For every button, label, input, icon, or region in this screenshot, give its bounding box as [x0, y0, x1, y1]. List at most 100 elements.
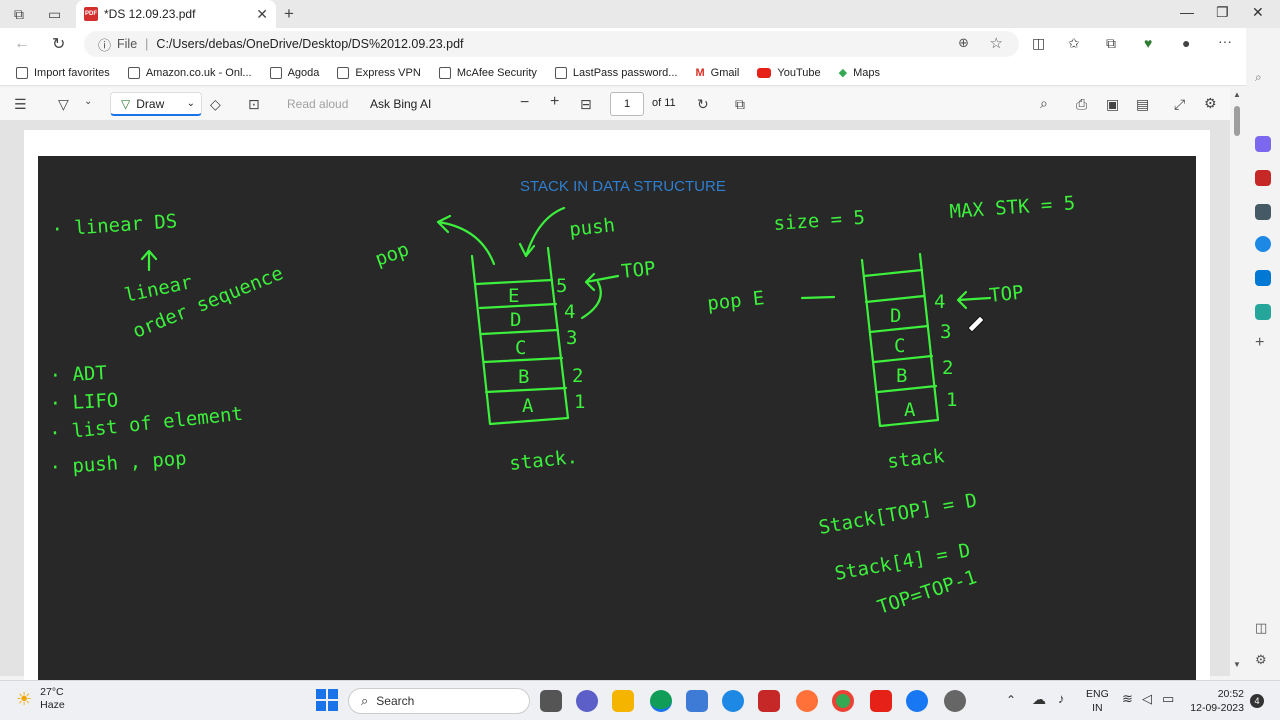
stack2-index-3: 3 [940, 321, 951, 343]
workspaces-icon[interactable]: ⧉ [14, 6, 24, 23]
eraser-icon[interactable]: ◇ [210, 96, 221, 113]
tab-actions-icon[interactable]: ▭ [48, 6, 61, 23]
pdf-settings-icon[interactable]: ⚙ [1204, 95, 1217, 112]
highlight-icon[interactable]: ▽ [58, 96, 69, 113]
system-clock[interactable]: 20:52 12-09-2023 [1188, 687, 1244, 715]
scroll-down-icon[interactable]: ▼ [1233, 660, 1241, 669]
browser-essentials-icon[interactable]: ♥ [1144, 35, 1152, 51]
app-icon-blue[interactable] [722, 690, 744, 712]
page-scrollbar[interactable]: ▲ ▼ [1230, 88, 1244, 676]
task-view-icon[interactable] [540, 690, 562, 712]
bookmark-lastpass[interactable]: LastPass password... [549, 66, 684, 79]
sidebar-m365-icon[interactable] [1255, 236, 1271, 252]
slide-title: STACK IN DATA STRUCTURE [520, 178, 726, 195]
contents-icon[interactable]: ☰ [14, 96, 27, 113]
search-magnifier-icon: ⌕ [361, 693, 369, 708]
fit-page-icon[interactable]: ⊟ [580, 96, 592, 113]
facebook-icon[interactable] [906, 690, 928, 712]
battery-icon[interactable]: ▭ [1162, 691, 1174, 707]
scroll-up-icon[interactable]: ▲ [1233, 90, 1241, 99]
page-view-icon[interactable]: ⧉ [735, 96, 745, 113]
mcafee-icon[interactable] [758, 690, 780, 712]
bookmark-amazon[interactable]: Amazon.co.uk - Onl... [122, 66, 258, 79]
bookmark-express-vpn[interactable]: Express VPN [331, 66, 426, 79]
info-icon[interactable]: ⓘ [98, 35, 111, 54]
maximize-icon[interactable]: ❐ [1216, 4, 1229, 21]
chrome-icon[interactable] [832, 690, 854, 712]
back-icon[interactable]: ← [14, 35, 30, 53]
tray-chevron-icon[interactable]: ⌃ [1006, 693, 1016, 707]
weather-widget[interactable]: ☀ 27°C Haze [16, 686, 65, 712]
fullscreen-icon[interactable]: ⤢ [1174, 96, 1185, 113]
firefox-icon[interactable] [796, 690, 818, 712]
bookmark-import-favorites[interactable]: Import favorites [10, 66, 116, 79]
teams-chat-icon[interactable] [576, 690, 598, 712]
bookmark-mcafee[interactable]: McAfee Security [433, 66, 543, 79]
sidebar-search-icon[interactable]: ⌕ [1255, 70, 1271, 86]
close-window-icon[interactable]: ✕ [1252, 4, 1264, 21]
notification-badge[interactable]: 4 [1250, 694, 1264, 708]
bookmark-maps[interactable]: ◆ Maps [833, 66, 886, 80]
edge-sidebar: ⌕ + ◫ ⚙ [1246, 28, 1280, 676]
sidebar-outlook-icon[interactable] [1255, 270, 1271, 286]
store-icon[interactable] [686, 690, 708, 712]
address-bar[interactable]: ⓘ File | C:/Users/debas/OneDrive/Desktop… [84, 31, 1019, 57]
sidebar-toggle-icon[interactable]: ◫ [1255, 620, 1271, 636]
print-icon[interactable]: ⎙ [1076, 96, 1087, 113]
close-tab-icon[interactable]: ✕ [256, 6, 268, 23]
windows-start-icon[interactable] [316, 689, 338, 711]
file-explorer-icon[interactable] [612, 690, 634, 712]
sidebar-add-icon[interactable]: + [1255, 334, 1271, 351]
draw-dropdown-icon[interactable]: ⌄ [187, 98, 195, 109]
stack2-top-arrow [956, 290, 992, 310]
zoom-icon[interactable]: ⊕ [958, 35, 969, 51]
browser-tab-active[interactable]: PDF *DS 12.09.23.pdf ✕ [76, 0, 276, 28]
url-path: C:/Users/debas/OneDrive/Desktop/DS%2012.… [156, 37, 464, 51]
stack1-cell-d: D [510, 309, 521, 331]
refresh-icon[interactable]: ↻ [52, 34, 65, 54]
minimize-icon[interactable]: — [1180, 4, 1194, 20]
stack2-cell-a: A [904, 399, 916, 421]
text-box-icon[interactable]: ⊡ [248, 96, 260, 113]
edge-icon[interactable] [650, 690, 672, 712]
sidebar-tools-icon[interactable] [1255, 170, 1271, 186]
profile-icon[interactable]: ● [1182, 35, 1190, 51]
stack1-push-label: push [568, 214, 616, 241]
zoom-out-icon[interactable]: − [520, 94, 529, 112]
stack1-top-label: TOP [620, 258, 656, 283]
sidebar-games-icon[interactable] [1255, 204, 1271, 220]
volume-icon[interactable]: ◁ [1142, 691, 1152, 707]
taskbar-search[interactable]: ⌕ Search [348, 688, 530, 714]
save-as-icon[interactable]: ▤ [1136, 96, 1149, 113]
settings-more-icon[interactable]: ··· [1218, 33, 1232, 49]
sidebar-designer-icon[interactable] [1255, 304, 1271, 320]
language-indicator[interactable]: ENG IN [1086, 687, 1109, 715]
highlight-dropdown-icon[interactable]: ⌄ [84, 96, 92, 107]
wifi-icon[interactable]: ≋ [1122, 691, 1133, 707]
youtube-app-icon[interactable] [870, 690, 892, 712]
collections-icon[interactable]: ⧉ [1106, 35, 1116, 52]
onedrive-icon[interactable]: ☁ [1032, 691, 1046, 708]
page-number-input[interactable]: 1 [610, 92, 644, 116]
app-icon-gray[interactable] [944, 690, 966, 712]
rotate-icon[interactable]: ↻ [697, 96, 709, 113]
sidebar-settings-icon[interactable]: ⚙ [1255, 652, 1271, 668]
bookmark-agoda[interactable]: Agoda [264, 66, 326, 79]
new-tab-icon[interactable]: + [284, 4, 294, 24]
microphone-icon[interactable]: ♪ [1058, 691, 1065, 706]
search-icon[interactable]: ⌕ [1040, 95, 1048, 112]
stack1-index-5: 5 [556, 275, 567, 297]
bookmark-youtube[interactable]: YouTube [751, 67, 826, 79]
save-icon[interactable]: ▣ [1106, 96, 1119, 113]
scroll-thumb[interactable] [1234, 106, 1240, 136]
favorites-icon[interactable]: ✩ [1068, 35, 1080, 52]
note-lifo: · LIFO [49, 389, 119, 415]
draw-button[interactable]: ▽ Draw ⌄ [110, 92, 202, 116]
read-aloud-button[interactable]: Read aloud [287, 97, 348, 111]
bookmark-gmail[interactable]: M Gmail [689, 67, 745, 79]
zoom-in-icon[interactable]: + [550, 93, 559, 111]
ask-bing-button[interactable]: Ask Bing AI [370, 97, 431, 111]
favorite-star-icon[interactable]: ☆ [990, 34, 1003, 52]
split-screen-icon[interactable]: ◫ [1032, 35, 1045, 52]
sidebar-shopping-icon[interactable] [1255, 136, 1271, 152]
